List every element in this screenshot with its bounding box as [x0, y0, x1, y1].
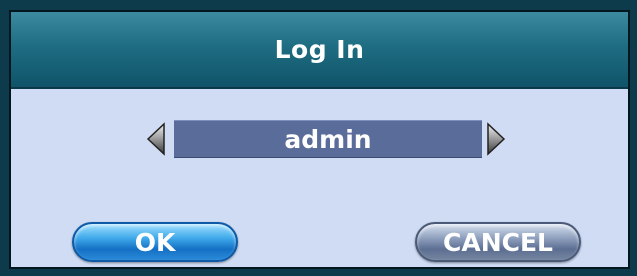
dialog-frame: Log In admin OK CANCEL [9, 10, 630, 269]
arrow-right-icon-graphic [487, 122, 506, 156]
title-bar: Log In [11, 12, 628, 89]
dialog-title: Log In [274, 35, 365, 64]
cancel-button[interactable]: CANCEL [415, 222, 581, 262]
arrow-left-icon[interactable] [144, 120, 166, 158]
login-dialog: Log In admin OK CANCEL [0, 0, 637, 276]
user-value: admin [284, 124, 372, 154]
ok-button[interactable]: OK [72, 222, 238, 262]
arrow-left-icon-graphic [146, 122, 165, 156]
user-selector: admin [144, 120, 506, 158]
user-value-box[interactable]: admin [174, 120, 482, 158]
arrow-right-icon[interactable] [486, 120, 508, 158]
